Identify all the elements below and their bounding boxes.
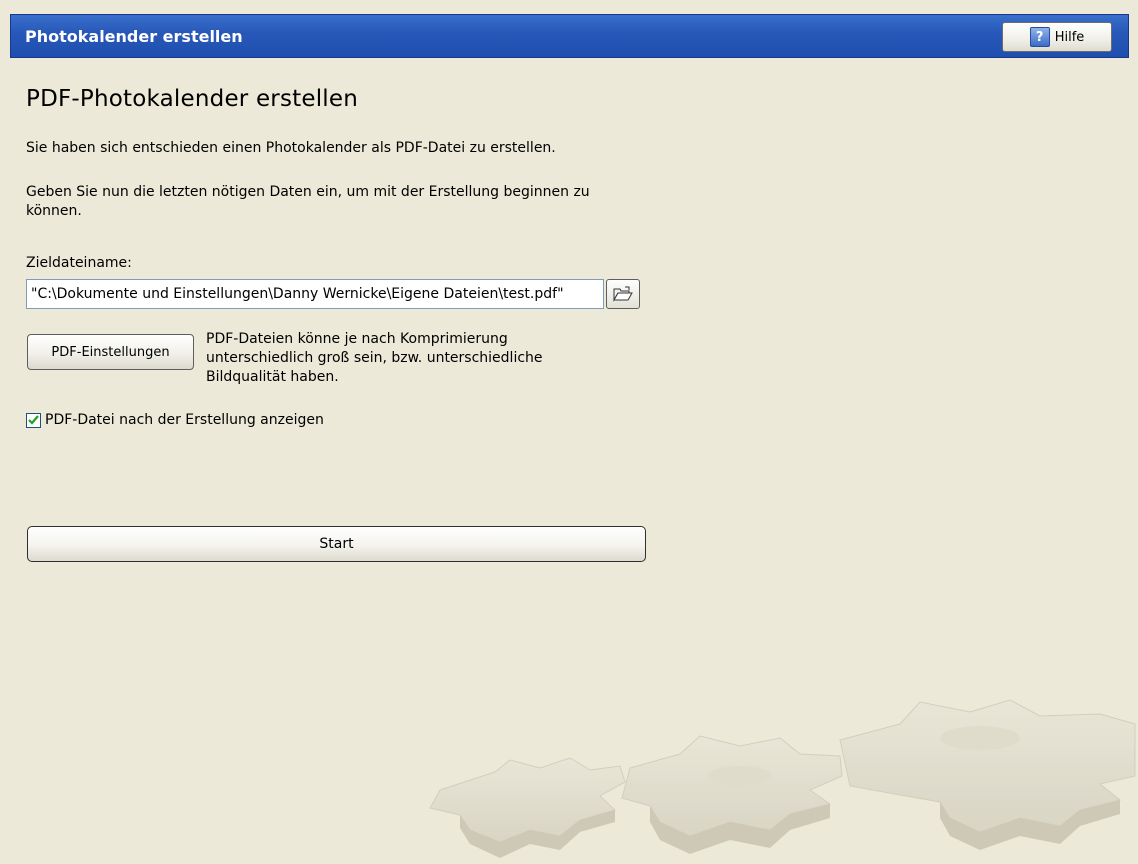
title-bar: Photokalender erstellen ? Hilfe [10,14,1129,58]
checkmark-icon [28,415,39,425]
pdf-settings-button-label: PDF-Einstellungen [51,344,170,360]
target-filename-label: Zieldateiname: [26,255,132,271]
gears-graphic [429,699,1136,858]
show-pdf-label: PDF-Datei nach der Erstellung anzeigen [45,412,324,428]
start-button[interactable]: Start [27,526,646,562]
start-button-label: Start [319,536,354,552]
help-button[interactable]: ? Hilfe [1002,22,1112,52]
show-pdf-checkbox[interactable] [26,412,41,428]
gear-shape-small [429,757,626,843]
open-folder-icon [613,286,633,302]
help-question-icon: ? [1029,27,1050,47]
page-title: PDF-Photokalender erstellen [26,86,359,112]
pdf-settings-button[interactable]: PDF-Einstellungen [27,334,194,370]
intro-text-2: Geben Sie nun die letzten nötigen Daten … [26,184,590,219]
window-title: Photokalender erstellen [25,27,243,46]
show-pdf-option[interactable]: PDF-Datei nach der Erstellung anzeigen [26,412,324,428]
help-button-label: Hilfe [1054,29,1085,45]
pdf-settings-description: PDF-Dateien könne je nach Komprimierung … [206,331,543,385]
intro-text-1: Sie haben sich entschieden einen Photoka… [26,140,556,156]
target-filename-input[interactable] [26,279,604,309]
browse-button[interactable] [606,279,640,309]
